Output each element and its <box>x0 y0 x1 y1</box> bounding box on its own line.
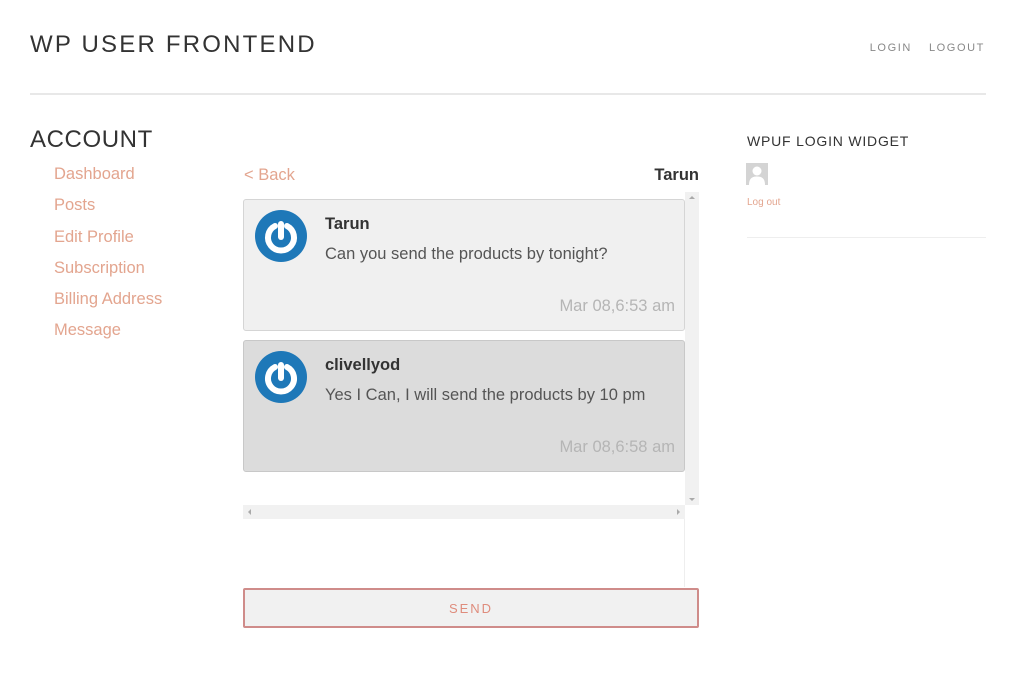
menu-dashboard[interactable]: Dashboard <box>54 165 135 183</box>
horizontal-scrollbar[interactable] <box>243 505 685 519</box>
conversation-partner-name: Tarun <box>654 166 699 184</box>
scroll-right-arrow-icon[interactable] <box>677 509 680 515</box>
message-item: Tarun Can you send the products by tonig… <box>243 199 685 331</box>
send-button[interactable]: SEND <box>243 588 699 628</box>
top-nav: LOGIN LOGOUT <box>870 42 985 54</box>
reply-textarea[interactable] <box>243 519 685 587</box>
menu-posts[interactable]: Posts <box>54 196 95 214</box>
account-menu-item: Edit Profile <box>54 228 162 259</box>
gravatar-power-icon <box>255 210 307 262</box>
message-sender: Tarun <box>325 215 370 233</box>
user-silhouette-icon <box>746 163 768 185</box>
menu-edit-profile[interactable]: Edit Profile <box>54 228 134 246</box>
scroll-down-arrow-icon[interactable] <box>689 498 695 501</box>
login-link[interactable]: LOGIN <box>870 42 912 54</box>
account-menu: Dashboard Posts Edit Profile Subscriptio… <box>54 165 162 353</box>
back-link[interactable]: < Back <box>244 166 295 185</box>
account-menu-item: Dashboard <box>54 165 162 196</box>
account-menu-item: Billing Address <box>54 290 162 321</box>
scroll-left-arrow-icon[interactable] <box>248 509 251 515</box>
widget-title: WPUF LOGIN WIDGET <box>747 133 910 149</box>
message-item: clivellyod Yes I Can, I will send the pr… <box>243 340 685 472</box>
message-text: Can you send the products by tonight? <box>325 245 608 263</box>
user-avatar <box>746 163 768 185</box>
message-timestamp: Mar 08,6:58 am <box>559 438 675 456</box>
header-divider <box>30 93 986 95</box>
message-text: Yes I Can, I will send the products by 1… <box>325 386 646 404</box>
message-sender: clivellyod <box>325 356 401 374</box>
logout-link[interactable]: LOGOUT <box>929 42 985 54</box>
scroll-up-arrow-icon[interactable] <box>689 196 695 199</box>
widget-logout-link[interactable]: Log out <box>747 197 780 208</box>
menu-billing-address[interactable]: Billing Address <box>54 290 162 308</box>
site-title: WP USER FRONTEND <box>30 31 317 58</box>
account-title: ACCOUNT <box>30 126 153 153</box>
widget-divider <box>747 237 986 238</box>
account-menu-item: Subscription <box>54 259 162 290</box>
account-menu-item: Message <box>54 321 162 352</box>
account-menu-item: Posts <box>54 196 162 227</box>
menu-subscription[interactable]: Subscription <box>54 259 145 277</box>
vertical-scrollbar[interactable] <box>685 192 699 505</box>
gravatar-power-icon <box>255 351 307 403</box>
menu-message[interactable]: Message <box>54 321 121 339</box>
message-timestamp: Mar 08,6:53 am <box>559 297 675 315</box>
message-list: Tarun Can you send the products by tonig… <box>243 192 699 505</box>
